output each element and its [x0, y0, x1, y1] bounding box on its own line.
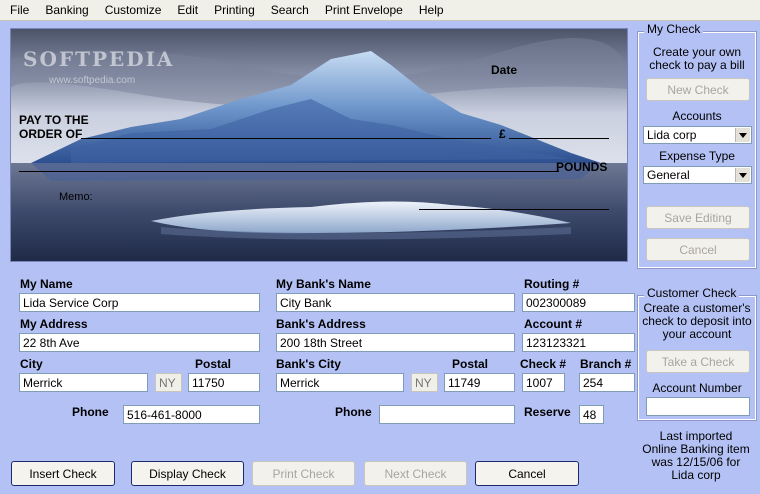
- cancel-button[interactable]: Cancel: [475, 461, 579, 486]
- bank-address-input[interactable]: [276, 333, 515, 352]
- branch-label: Branch #: [580, 357, 632, 371]
- my-address-input[interactable]: [19, 333, 260, 352]
- amount-line: [509, 138, 609, 139]
- memo-label: Memo:: [59, 191, 93, 203]
- check-number-input[interactable]: [522, 373, 565, 392]
- bank-phone-input[interactable]: [379, 405, 515, 424]
- expense-type-select[interactable]: General: [643, 166, 752, 184]
- check-pay-to-label-1: PAY TO THE: [19, 113, 89, 127]
- bank-city-label: Bank's City: [276, 357, 341, 371]
- my-name-label: My Name: [20, 277, 73, 291]
- menu-file[interactable]: File: [0, 0, 37, 20]
- accounts-label: Accounts: [672, 109, 722, 123]
- next-check-button[interactable]: Next Check: [364, 461, 467, 486]
- check-pay-to-label-2: ORDER OF: [19, 127, 83, 141]
- my-name-input[interactable]: [19, 293, 260, 312]
- payee-line: [81, 138, 491, 139]
- reserve-input[interactable]: [579, 405, 604, 424]
- insert-check-button[interactable]: Insert Check: [11, 461, 115, 486]
- menu-help[interactable]: Help: [411, 0, 452, 20]
- branch-input[interactable]: [579, 373, 635, 392]
- expense-type-label: Expense Type: [659, 149, 735, 163]
- account-input[interactable]: [522, 333, 635, 352]
- bank-postal-input[interactable]: [444, 373, 515, 392]
- state-input[interactable]: [155, 373, 182, 392]
- expense-type-select-value: General: [647, 168, 690, 182]
- menu-bar: File Banking Customize Edit Printing Sea…: [0, 0, 760, 21]
- display-check-button[interactable]: Display Check: [131, 461, 244, 486]
- watermark-logo: SOFTPEDIA: [23, 47, 175, 71]
- amount-words-line: [19, 171, 559, 172]
- bank-city-input[interactable]: [276, 373, 404, 392]
- save-editing-button[interactable]: Save Editing: [646, 206, 750, 229]
- city-label: City: [20, 357, 43, 371]
- routing-label: Routing #: [524, 277, 580, 291]
- print-check-button[interactable]: Print Check: [252, 461, 355, 486]
- account-label: Account #: [524, 317, 583, 331]
- my-check-cancel-button[interactable]: Cancel: [646, 238, 750, 261]
- customer-check-description: Create a customer's check to deposit int…: [642, 301, 752, 341]
- new-check-button[interactable]: New Check: [646, 78, 750, 101]
- bank-name-label: My Bank's Name: [276, 277, 371, 291]
- menu-search[interactable]: Search: [263, 0, 317, 20]
- chevron-down-icon[interactable]: [735, 128, 750, 142]
- city-input[interactable]: [19, 373, 148, 392]
- bank-phone-label: Phone: [335, 405, 372, 419]
- postal-input[interactable]: [188, 373, 260, 392]
- reserve-label: Reserve: [524, 405, 571, 419]
- menu-customize[interactable]: Customize: [97, 0, 170, 20]
- chevron-down-icon[interactable]: [735, 168, 750, 182]
- currency-symbol: £: [499, 127, 506, 141]
- check-preview: SOFTPEDIA www.softpedia.com Date PAY TO …: [10, 28, 628, 262]
- check-date-label: Date: [491, 63, 518, 77]
- my-check-title: My Check: [644, 22, 704, 36]
- postal-label: Postal: [195, 357, 232, 371]
- account-number-input[interactable]: [646, 397, 750, 416]
- bank-address-label: Bank's Address: [276, 317, 366, 331]
- last-import-note: Last imported Online Banking item was 12…: [642, 429, 750, 482]
- accounts-select[interactable]: Lida corp: [643, 126, 752, 144]
- bank-name-input[interactable]: [276, 293, 515, 312]
- customer-check-title: Customer Check: [644, 286, 740, 300]
- menu-printing[interactable]: Printing: [206, 0, 263, 20]
- bank-state-input[interactable]: [411, 373, 438, 392]
- take-a-check-button[interactable]: Take a Check: [646, 350, 750, 373]
- bank-postal-label: Postal: [452, 357, 489, 371]
- accounts-select-value: Lida corp: [647, 128, 697, 142]
- check-number-label: Check #: [520, 357, 567, 371]
- my-address-label: My Address: [20, 317, 88, 331]
- signature-line: [419, 209, 609, 210]
- pounds-label: POUNDS: [556, 160, 608, 174]
- menu-print-envelope[interactable]: Print Envelope: [317, 0, 411, 20]
- menu-banking[interactable]: Banking: [37, 0, 96, 20]
- account-number-label: Account Number: [652, 381, 742, 395]
- routing-input[interactable]: [522, 293, 635, 312]
- menu-edit[interactable]: Edit: [169, 0, 206, 20]
- my-check-description: Create your own check to pay a bill: [649, 45, 745, 72]
- phone-label: Phone: [72, 405, 109, 419]
- watermark-url: www.softpedia.com: [49, 75, 136, 86]
- phone-input[interactable]: [123, 405, 260, 424]
